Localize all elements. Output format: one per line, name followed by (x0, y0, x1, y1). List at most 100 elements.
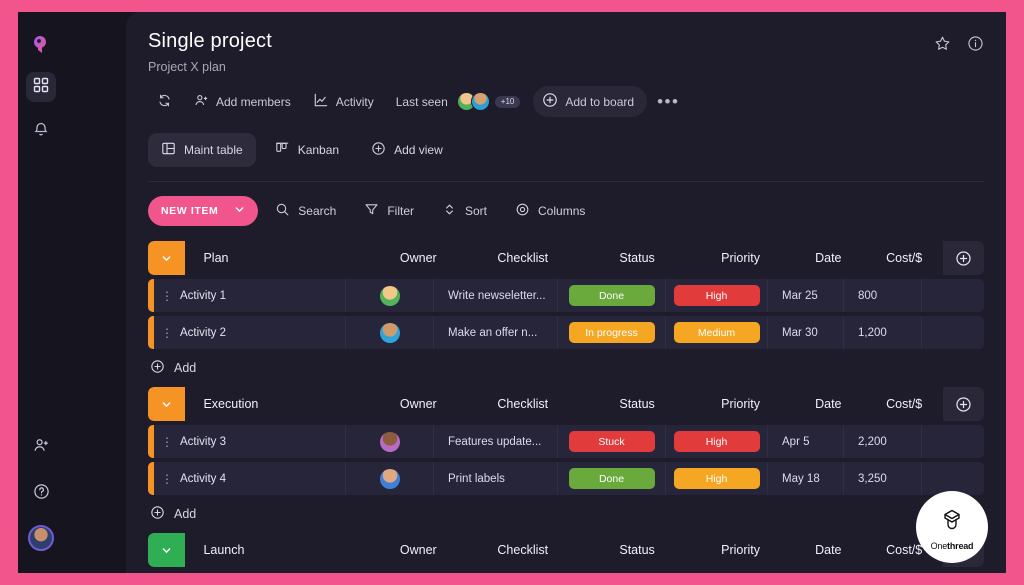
owner-cell[interactable] (346, 425, 434, 458)
last-seen-avatars: +10 (456, 92, 521, 111)
checklist-cell[interactable]: Features update... (434, 425, 558, 458)
column-header-owner[interactable]: Owner (375, 397, 462, 411)
row-menu-icon[interactable]: ⋮ (154, 290, 180, 302)
priority-badge: High (673, 431, 760, 452)
avatar[interactable] (28, 525, 54, 551)
cost-cell[interactable]: 2,200 (844, 425, 922, 458)
column-header-checklist[interactable]: Checklist (462, 251, 584, 265)
row-extra-cell[interactable] (922, 316, 962, 349)
priority-cell[interactable]: Medium (666, 316, 768, 349)
column-header-owner[interactable]: Owner (375, 251, 462, 265)
sidebar-item-notifications[interactable] (26, 116, 56, 146)
task-name-cell[interactable]: ⋮ Activity 1 (154, 279, 346, 312)
add-person-icon (194, 93, 209, 111)
column-header-status[interactable]: Status (584, 543, 690, 557)
priority-cell[interactable]: High (666, 462, 768, 495)
group-header-launch[interactable]: Launch Owner Checklist Status Priority D… (148, 533, 984, 567)
date-cell[interactable]: Mar 25 (768, 279, 844, 312)
group-header-execution[interactable]: Execution Owner Checklist Status Priorit… (148, 387, 984, 421)
chevron-down-icon (234, 204, 245, 218)
action-label: Search (298, 204, 337, 218)
column-header-priority[interactable]: Priority (690, 251, 791, 265)
column-header-status[interactable]: Status (584, 251, 690, 265)
tab-add-view[interactable]: Add view (358, 133, 456, 167)
add-to-board-button[interactable]: Add to board (533, 86, 648, 117)
add-item-button[interactable]: Add (148, 353, 984, 383)
activity-button[interactable]: Activity (304, 86, 383, 117)
sidebar-item-help[interactable] (26, 479, 56, 509)
status-cell[interactable]: Done (558, 279, 666, 312)
priority-cell[interactable]: High (666, 279, 768, 312)
status-cell[interactable]: In progress (558, 316, 666, 349)
group-header-plan[interactable]: Plan Owner Checklist Status Priority Dat… (148, 241, 984, 275)
row-extra-cell[interactable] (922, 279, 962, 312)
tab-maint-table[interactable]: Maint table (148, 133, 256, 167)
column-header-cost[interactable]: Cost/$ (866, 397, 943, 411)
priority-cell[interactable]: High (666, 425, 768, 458)
row-menu-icon[interactable]: ⋮ (154, 436, 180, 448)
task-name-cell[interactable]: ⋮ Activity 3 (154, 425, 346, 458)
columns-button[interactable]: Columns (504, 195, 596, 227)
search-button[interactable]: Search (264, 195, 347, 227)
info-icon[interactable] (967, 35, 984, 52)
column-header-date[interactable]: Date (791, 251, 866, 265)
row-extra-cell[interactable] (922, 425, 962, 458)
column-header-priority[interactable]: Priority (690, 543, 791, 557)
filter-button[interactable]: Filter (353, 195, 425, 227)
date-cell[interactable]: Mar 30 (768, 316, 844, 349)
status-cell[interactable]: Stuck (558, 425, 666, 458)
add-column-button[interactable] (942, 241, 984, 275)
last-seen-group[interactable]: Last seen +10 (387, 86, 530, 117)
date-cell[interactable]: May 18 (768, 462, 844, 495)
cost-cell[interactable]: 800 (844, 279, 922, 312)
action-label: Sort (465, 204, 488, 218)
page-title: Single project (148, 30, 272, 52)
column-header-date[interactable]: Date (791, 397, 866, 411)
new-item-button[interactable]: NEW ITEM (148, 196, 259, 226)
sort-button[interactable]: Sort (431, 195, 498, 227)
task-name-cell[interactable]: ⋮ Activity 4 (154, 462, 346, 495)
owner-cell[interactable] (346, 316, 434, 349)
chevron-down-icon[interactable] (148, 241, 186, 275)
watermark-label: Onethread (931, 541, 974, 551)
refresh-button[interactable] (148, 87, 181, 117)
sidebar-item-invite[interactable] (26, 433, 56, 463)
task-name-cell[interactable]: ⋮ Activity 2 (154, 316, 346, 349)
owner-cell[interactable] (346, 279, 434, 312)
column-header-checklist[interactable]: Checklist (462, 397, 584, 411)
add-members-button[interactable]: Add members (185, 87, 300, 117)
column-header-cost[interactable]: Cost/$ (866, 251, 943, 265)
chevron-down-icon[interactable] (148, 387, 186, 421)
sort-icon (442, 202, 457, 220)
add-item-button[interactable]: Add (148, 499, 984, 529)
table-row[interactable]: ⋮ Activity 2 Make an offer n... In progr… (148, 316, 984, 349)
checklist-cell[interactable]: Write newseletter... (434, 279, 558, 312)
onethread-logo-icon[interactable] (28, 32, 54, 58)
cost-cell[interactable]: 1,200 (844, 316, 922, 349)
column-header-checklist[interactable]: Checklist (462, 543, 584, 557)
table-row[interactable]: ⋮ Activity 1 Write newseletter... Done H… (148, 279, 984, 312)
column-header-date[interactable]: Date (791, 543, 866, 557)
more-dots-icon[interactable]: ••• (651, 92, 685, 112)
column-header-status[interactable]: Status (584, 397, 690, 411)
owner-cell[interactable] (346, 462, 434, 495)
priority-badge: High (673, 468, 760, 489)
cost-cell[interactable]: 3,250 (844, 462, 922, 495)
status-cell[interactable]: Done (558, 462, 666, 495)
table-row[interactable]: ⋮ Activity 3 Features update... Stuck Hi… (148, 425, 984, 458)
sidebar-item-dashboard[interactable] (26, 72, 56, 102)
column-header-priority[interactable]: Priority (690, 397, 791, 411)
row-menu-icon[interactable]: ⋮ (154, 327, 180, 339)
column-header-owner[interactable]: Owner (375, 543, 462, 557)
add-column-button[interactable] (942, 387, 984, 421)
tab-kanban[interactable]: Kanban (262, 133, 352, 167)
checklist-cell[interactable]: Make an offer n... (434, 316, 558, 349)
checklist-cell[interactable]: Print labels (434, 462, 558, 495)
row-menu-icon[interactable]: ⋮ (154, 473, 180, 485)
chevron-down-icon[interactable] (148, 533, 186, 567)
add-label: Add (174, 361, 197, 375)
table-row[interactable]: ⋮ Activity 4 Print labels Done High May … (148, 462, 984, 495)
row-extra-cell[interactable] (922, 462, 962, 495)
star-icon[interactable] (934, 35, 951, 52)
date-cell[interactable]: Apr 5 (768, 425, 844, 458)
